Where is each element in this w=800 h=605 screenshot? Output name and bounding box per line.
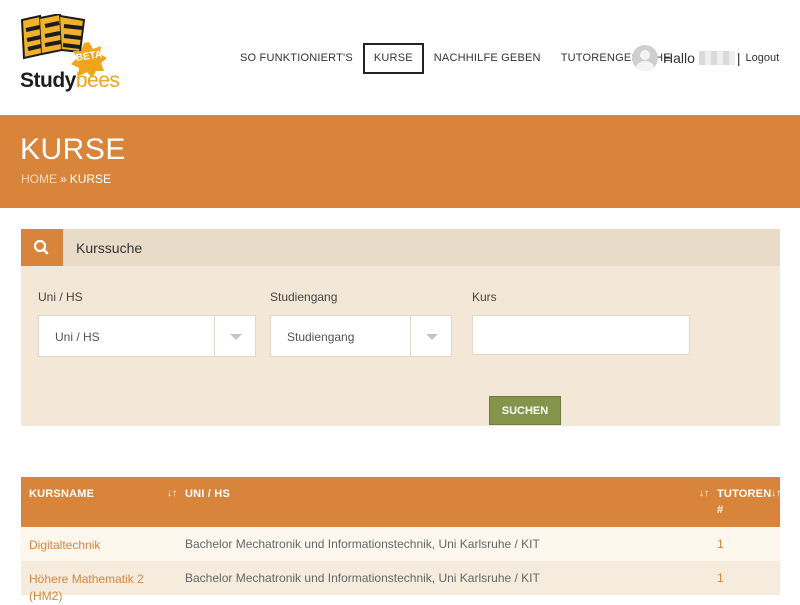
nav-item-kurse[interactable]: KURSE (362, 42, 424, 74)
column-header-tutoren-count: # (717, 504, 724, 516)
main-nav: SO FUNKTIONIERT'S KURSE NACHHILFE GEBEN … (230, 42, 681, 74)
page-title: KURSE (20, 133, 126, 166)
table-header: KURSNAME ↓↑ UNI / HS ↓↑ TUTOREN # ↓↑ (21, 477, 781, 527)
logout-link[interactable]: Logout (746, 52, 780, 64)
breadcrumb-home-link[interactable]: HOME (21, 172, 57, 186)
uni-select-value: Uni / HS (55, 330, 100, 344)
greeting-text: Hallo (663, 50, 695, 66)
chevron-down-icon (230, 334, 242, 340)
course-search-panel: Kurssuche Uni / HS Uni / HS Studiengang … (21, 229, 780, 426)
breadcrumb: HOME» KURSE (21, 172, 111, 186)
uni-label: Uni / HS (38, 290, 83, 304)
search-panel-header: Kurssuche (21, 229, 780, 266)
tutor-count: 1 (717, 571, 724, 585)
table-row[interactable]: Digitaltechnik Bachelor Mechatronik und … (21, 527, 780, 561)
kurs-label: Kurs (472, 290, 497, 304)
studiengang-select-value: Studiengang (287, 330, 355, 344)
logo-wordmark: Studybees (20, 69, 120, 92)
site-header: BETA Studybees SO FUNKTIONIERT'S KURSE N… (0, 0, 800, 115)
search-icon (21, 229, 63, 266)
user-area: Hallo | Logout (632, 44, 779, 72)
user-separator: | (736, 50, 741, 66)
nav-item-nachhilfe-geben[interactable]: NACHHILFE GEBEN (424, 42, 551, 74)
breadcrumb-separator-icon: » (60, 172, 67, 186)
kurs-input[interactable] (472, 315, 690, 355)
sort-icon[interactable]: ↓↑ (771, 488, 781, 499)
course-name-link[interactable]: Digitaltechnik (29, 537, 169, 554)
studiengang-label: Studiengang (270, 290, 338, 304)
uni-select-toggle[interactable] (214, 316, 255, 356)
page-banner: KURSE HOME» KURSE (0, 115, 800, 208)
chevron-down-icon (426, 334, 438, 340)
studybees-logo[interactable]: BETA Studybees (18, 12, 120, 94)
column-header-tutoren[interactable]: TUTOREN (717, 488, 771, 500)
studiengang-select[interactable]: Studiengang (270, 315, 452, 357)
blurred-username (698, 51, 735, 65)
search-panel-title: Kurssuche (76, 240, 143, 256)
column-header-uni[interactable]: UNI / HS (185, 488, 230, 500)
sort-icon[interactable]: ↓↑ (699, 488, 709, 499)
course-results-table: KURSNAME ↓↑ UNI / HS ↓↑ TUTOREN # ↓↑ Dig… (21, 477, 781, 603)
search-submit-button[interactable]: SUCHEN (489, 396, 561, 425)
breadcrumb-current: KURSE (69, 172, 112, 186)
tutor-count: 1 (717, 537, 724, 551)
column-header-kursname[interactable]: KURSNAME (29, 488, 94, 500)
nav-item-so-funktionierts[interactable]: SO FUNKTIONIERT'S (230, 42, 363, 74)
uni-select[interactable]: Uni / HS (38, 315, 256, 357)
studiengang-select-toggle[interactable] (410, 316, 451, 356)
user-avatar-icon[interactable] (632, 45, 658, 71)
sort-icon[interactable]: ↓↑ (167, 488, 177, 499)
table-row[interactable]: Höhere Mathematik 2 (HM2) Bachelor Mecha… (21, 561, 780, 603)
course-uni: Bachelor Mechatronik und Informationstec… (185, 571, 540, 585)
course-uni: Bachelor Mechatronik und Informationstec… (185, 537, 540, 551)
